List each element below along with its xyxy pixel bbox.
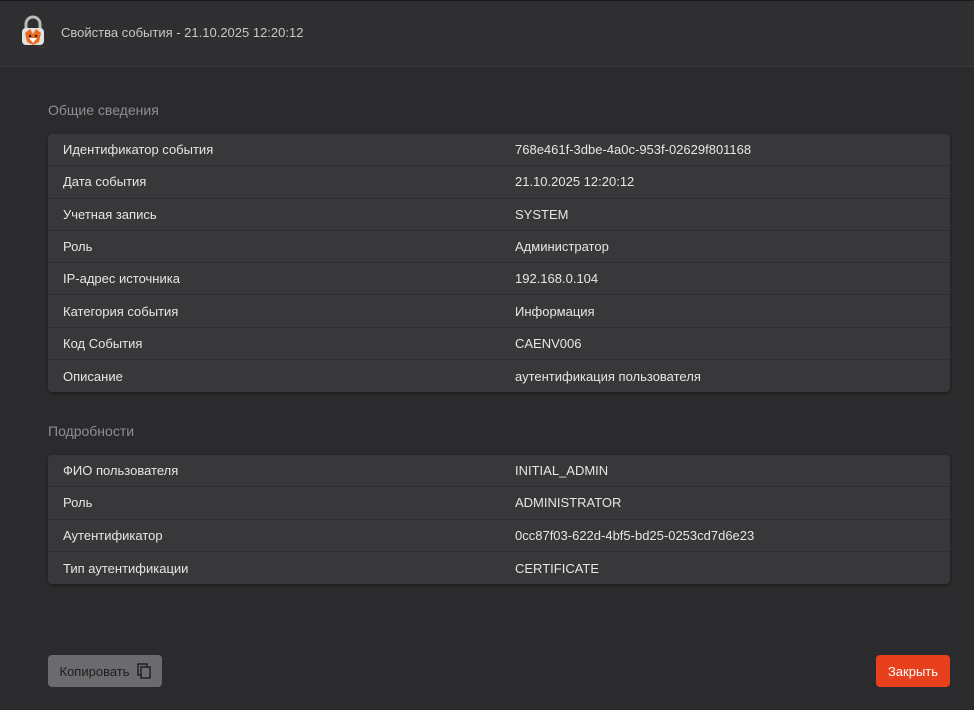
general-info-table: Идентификатор события 768e461f-3dbe-4a0c… xyxy=(48,134,950,393)
title-bar: Свойства события - 21.10.2025 12:20:12 xyxy=(0,1,974,67)
row-value: 0cc87f03-622d-4bf5-bd25-0253cd7d6e23 xyxy=(515,527,755,543)
table-row: Роль Администратор xyxy=(48,231,950,264)
row-key: Идентификатор события xyxy=(63,142,214,158)
row-key: ФИО пользователя xyxy=(63,463,179,479)
row-value: Администратор xyxy=(515,239,609,255)
row-value: CAENV006 xyxy=(515,335,582,351)
row-value: 768e461f-3dbe-4a0c-953f-02629f801168 xyxy=(515,142,752,158)
copy-button-label: Копировать xyxy=(59,663,130,679)
lock-fox-logo-icon xyxy=(22,15,47,49)
table-row: ФИО пользователя INITIAL_ADMIN xyxy=(48,455,950,488)
row-value: аутентификация пользователя xyxy=(515,368,701,384)
row-value: SYSTEM xyxy=(515,206,569,222)
row-key: Категория события xyxy=(63,303,179,319)
row-key: Учетная запись xyxy=(63,206,157,222)
table-row: IP-адрес источника 192.168.0.104 xyxy=(48,263,950,296)
event-properties-window: Свойства события - 21.10.2025 12:20:12 О… xyxy=(0,0,974,710)
copy-icon xyxy=(136,663,151,679)
row-value: 192.168.0.104 xyxy=(515,271,599,287)
row-key: Описание xyxy=(63,368,123,384)
table-row: Учетная запись SYSTEM xyxy=(48,199,950,231)
row-value: CERTIFICATE xyxy=(515,560,600,576)
row-key: Аутентификатор xyxy=(63,527,163,543)
table-row: Дата события 21.10.2025 12:20:12 xyxy=(48,166,950,199)
table-row: Код События CAENV006 xyxy=(48,328,950,361)
row-key: Тип аутентификации xyxy=(63,560,189,576)
table-row: Тип аутентификации CERTIFICATE xyxy=(48,552,950,584)
table-row: Категория события Информация xyxy=(48,295,950,328)
close-button[interactable]: Закрыть xyxy=(876,655,950,687)
table-row: Роль ADMINISTRATOR xyxy=(48,487,950,520)
row-value: Информация xyxy=(515,303,595,319)
window-title: Свойства события - 21.10.2025 12:20:12 xyxy=(61,25,304,40)
row-key: IP-адрес источника xyxy=(63,271,180,287)
general-section-title: Общие сведения xyxy=(48,102,159,118)
details-table: ФИО пользователя INITIAL_ADMIN Роль ADMI… xyxy=(48,455,950,585)
table-row: Описание аутентификация пользователя xyxy=(48,360,950,392)
copy-button[interactable]: Копировать xyxy=(48,655,162,687)
row-value: ADMINISTRATOR xyxy=(515,495,622,511)
row-value: INITIAL_ADMIN xyxy=(515,463,609,479)
details-section-title: Подробности xyxy=(48,423,135,439)
close-button-label: Закрыть xyxy=(887,663,939,679)
row-key: Роль xyxy=(63,239,93,255)
row-key: Роль xyxy=(63,495,93,511)
row-value: 21.10.2025 12:20:12 xyxy=(515,174,635,190)
row-key: Код События xyxy=(63,335,143,351)
table-row: Идентификатор события 768e461f-3dbe-4a0c… xyxy=(48,134,950,167)
row-key: Дата события xyxy=(63,174,147,190)
table-row: Аутентификатор 0cc87f03-622d-4bf5-bd25-0… xyxy=(48,520,950,552)
